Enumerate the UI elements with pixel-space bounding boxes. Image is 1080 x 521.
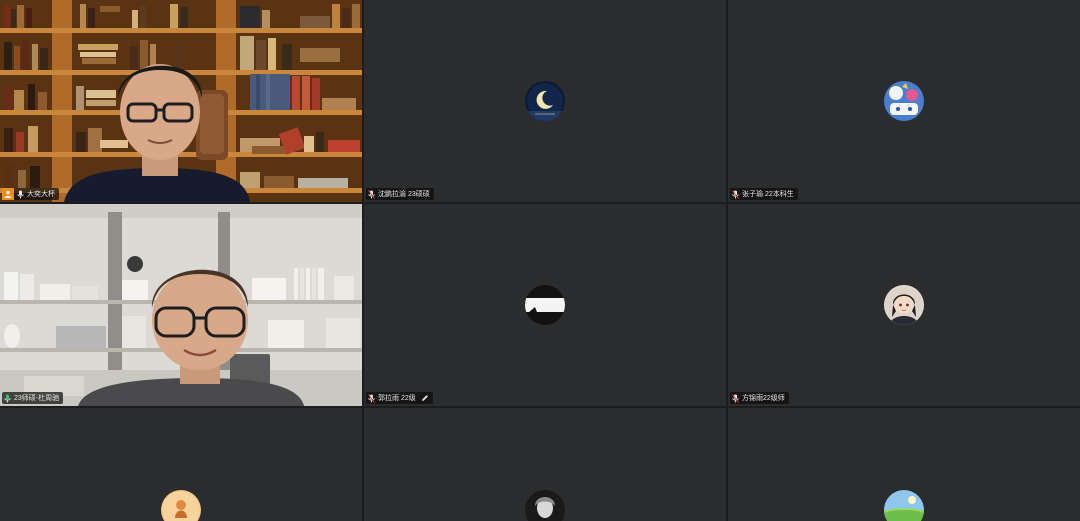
host-icon [2, 188, 14, 200]
participant-name: 张子瑜 22本科生 [742, 191, 794, 198]
participant-name: 沈鹏拉渝 23硕硕 [378, 191, 430, 198]
avatar [884, 490, 924, 521]
microphone-active-icon [4, 394, 11, 403]
participant-tile-2[interactable]: 沈鹏拉渝 23硕硕 [364, 0, 726, 202]
avatar [161, 490, 201, 521]
participant-tile-9[interactable] [728, 408, 1080, 521]
participant-tile-1[interactable]: 大奕大杯 [0, 0, 362, 202]
video-grid: 大奕大杯 沈鹏拉渝 23硕硕 张子瑜 22本科生 23师硕-杜周驰 郭拉雨 22… [0, 0, 1080, 521]
nametag: 大奕大杯 [2, 188, 59, 200]
pencil-icon[interactable] [421, 394, 429, 402]
microphone-muted-icon [368, 189, 375, 199]
participant-tile-6[interactable]: 方锦雨22级师 [728, 204, 1080, 406]
microphone-muted-icon [732, 393, 739, 403]
library-background [0, 0, 362, 202]
microphone-icon [17, 190, 24, 199]
avatar [525, 81, 565, 121]
nametag: 23师硕-杜周驰 [2, 392, 64, 404]
participant-name: 郭拉雨 22级 [378, 395, 416, 402]
participant-name: 大奕大杯 [27, 191, 55, 198]
nametag: 郭拉雨 22级 [366, 392, 433, 404]
participant-tile-3[interactable]: 张子瑜 22本科生 [728, 0, 1080, 202]
microphone-muted-icon [732, 189, 739, 199]
video-feed [0, 0, 362, 202]
nametag: 方锦雨22级师 [730, 392, 789, 404]
avatar [884, 81, 924, 121]
participant-tile-8[interactable] [364, 408, 726, 521]
avatar [525, 285, 565, 325]
avatar [525, 490, 565, 521]
participant-name: 方锦雨22级师 [742, 395, 785, 402]
video-feed [0, 204, 362, 406]
nametag: 张子瑜 22本科生 [730, 188, 798, 200]
office-background [0, 204, 362, 406]
nametag: 沈鹏拉渝 23硕硕 [366, 188, 434, 200]
participant-tile-4[interactable]: 23师硕-杜周驰 [0, 204, 362, 406]
participant-name: 23师硕-杜周驰 [14, 395, 60, 402]
participant-tile-5[interactable]: 郭拉雨 22级 [364, 204, 726, 406]
avatar [884, 285, 924, 325]
microphone-muted-icon [368, 393, 375, 403]
participant-tile-7[interactable] [0, 408, 362, 521]
